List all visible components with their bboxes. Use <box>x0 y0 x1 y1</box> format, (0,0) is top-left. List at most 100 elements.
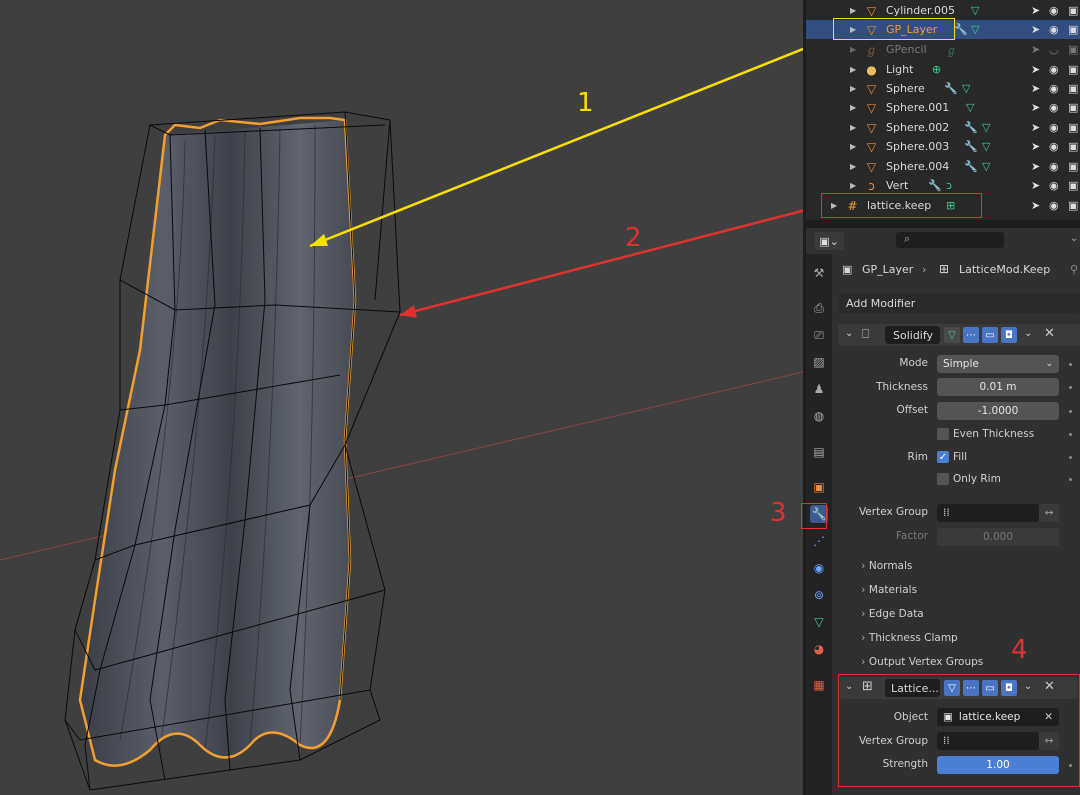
outliner-row-sphere003[interactable]: ▶ ▽ Sphere.003 🔧 ▽ ➤ ◉ ▣ <box>806 137 1080 156</box>
material-tab-icon[interactable]: ◕ <box>810 640 828 658</box>
camera-icon[interactable]: ▣ <box>1068 179 1078 192</box>
close-icon[interactable]: ✕ <box>1044 679 1055 694</box>
expand-arrow-icon[interactable]: ▶ <box>850 45 856 54</box>
add-modifier-button[interactable]: Add Modifier <box>838 293 1080 313</box>
solidify-panel-header[interactable]: ⌄ ⎕ Solidify ▽ ⋯ ▭ ◘ ⌄ ✕ <box>838 324 1080 346</box>
editor-type-dropdown[interactable]: ▣⌄ <box>814 232 844 250</box>
select-icon[interactable]: ➤ <box>1031 82 1040 95</box>
select-icon[interactable]: ➤ <box>1031 121 1040 134</box>
strength-slider[interactable]: 1.00 <box>937 756 1059 774</box>
subpanel-edge-data[interactable]: › Edge Data <box>861 607 924 620</box>
keyframe-dot[interactable] <box>1069 410 1072 413</box>
select-icon[interactable]: ➤ <box>1031 199 1040 212</box>
dropdown-chevron-icon[interactable]: ⌄ <box>1024 328 1032 339</box>
collapse-chevron-icon[interactable]: ⌄ <box>845 328 853 339</box>
select-icon[interactable]: ➤ <box>1031 140 1040 153</box>
eye-icon[interactable]: ◉ <box>1049 63 1059 76</box>
object-tab-icon[interactable]: ▣ <box>810 478 828 496</box>
eye-icon[interactable]: ◉ <box>1049 179 1059 192</box>
search-field[interactable]: ⌕ <box>896 232 1004 248</box>
invert-toggle-icon[interactable]: ↔ <box>1039 504 1059 522</box>
subpanel-normals[interactable]: › Normals <box>861 559 912 572</box>
edit-mode-icon[interactable]: ⋯ <box>963 680 979 696</box>
expand-arrow-icon[interactable]: ▶ <box>850 6 856 15</box>
output-tab-icon[interactable]: ⎚ <box>810 326 828 344</box>
camera-icon[interactable]: ▣ <box>1068 63 1078 76</box>
render-camera-icon[interactable]: ◘ <box>1001 327 1017 343</box>
world-tab-icon[interactable]: ◍ <box>810 407 828 425</box>
only-rim-checkbox[interactable] <box>937 473 949 485</box>
expand-arrow-icon[interactable]: ▶ <box>850 123 856 132</box>
area-divider-horizontal[interactable] <box>806 220 1080 228</box>
keyframe-dot[interactable] <box>1069 363 1072 366</box>
keyframe-dot[interactable] <box>1069 386 1072 389</box>
camera-icon[interactable]: ▣ <box>1068 140 1078 153</box>
data-tab-icon[interactable]: ▽ <box>810 613 828 631</box>
constraints-tab-icon[interactable]: ⊚ <box>810 586 828 604</box>
edit-cage-icon[interactable]: ▽ <box>944 327 960 343</box>
dropdown-chevron-icon[interactable]: ⌄ <box>1024 681 1032 692</box>
pin-icon[interactable]: ⚲ <box>1070 263 1078 276</box>
invert-toggle-icon[interactable]: ↔ <box>1039 732 1059 750</box>
outliner-row-sphere001[interactable]: ▶ ▽ Sphere.001 ▽ ➤ ◉ ▣ <box>806 98 1080 117</box>
subpanel-thickness-clamp[interactable]: › Thickness Clamp <box>861 631 958 644</box>
subpanel-output-vertex-groups[interactable]: › Output Vertex Groups <box>861 655 983 668</box>
render-camera-icon[interactable]: ◘ <box>1001 680 1017 696</box>
eye-icon[interactable]: ◉ <box>1049 82 1059 95</box>
camera-icon[interactable]: ▣ <box>1068 4 1078 17</box>
keyframe-dot[interactable] <box>1069 478 1072 481</box>
eye-icon[interactable]: ◉ <box>1049 101 1059 114</box>
vertex-group-field[interactable]: ⁞⁞ <box>937 732 1039 750</box>
select-icon[interactable]: ➤ <box>1031 4 1040 17</box>
viewport-display-icon[interactable]: ▭ <box>982 680 998 696</box>
close-icon[interactable]: ✕ <box>1044 326 1055 341</box>
factor-field[interactable]: 0.000 <box>937 528 1059 546</box>
eye-closed-icon[interactable]: ◡ <box>1049 43 1059 56</box>
physics-tab-icon[interactable]: ◉ <box>810 559 828 577</box>
expand-arrow-icon[interactable]: ▶ <box>850 65 856 74</box>
camera-icon[interactable]: ▣ <box>1068 23 1078 36</box>
camera-icon[interactable]: ▣ <box>1068 82 1078 95</box>
outliner-row-sphere004[interactable]: ▶ ▽ Sphere.004 🔧 ▽ ➤ ◉ ▣ <box>806 157 1080 176</box>
keyframe-dot[interactable] <box>1069 456 1072 459</box>
scene-tab-icon[interactable]: ♟ <box>810 380 828 398</box>
expand-arrow-icon[interactable]: ▶ <box>850 181 856 190</box>
even-thickness-checkbox[interactable] <box>937 428 949 440</box>
camera-icon[interactable]: ▣ <box>1068 101 1078 114</box>
camera-icon[interactable]: ▣ <box>1068 121 1078 134</box>
edit-mode-icon[interactable]: ⋯ <box>963 327 979 343</box>
expand-arrow-icon[interactable]: ▶ <box>850 84 856 93</box>
chevron-down-icon[interactable]: ⌄ <box>1070 233 1078 244</box>
mode-dropdown[interactable]: Simple ⌄ <box>937 355 1059 373</box>
modifier-name-field[interactable]: Solidify <box>885 326 940 344</box>
render-tab-icon[interactable]: ⎙ <box>810 299 828 317</box>
3d-viewport[interactable]: 1 2 3 <box>0 0 803 795</box>
fill-checkbox[interactable]: ✓ <box>937 451 949 463</box>
expand-arrow-icon[interactable]: ▶ <box>850 162 856 171</box>
offset-field[interactable]: -1.0000 <box>937 402 1059 420</box>
select-icon[interactable]: ➤ <box>1031 179 1040 192</box>
eye-icon[interactable]: ◉ <box>1049 160 1059 173</box>
select-icon[interactable]: ➤ <box>1031 23 1040 36</box>
eye-icon[interactable]: ◉ <box>1049 199 1059 212</box>
keyframe-dot[interactable] <box>1069 764 1072 767</box>
tool-tab-icon[interactable]: ⚒ <box>810 264 828 282</box>
lattice-panel-header[interactable]: ⌄ ⊞ Lattice... ▽ ⋯ ▭ ◘ ⌄ ✕ <box>840 677 1078 699</box>
outliner-row-sphere[interactable]: ▶ ▽ Sphere 🔧 ▽ ➤ ◉ ▣ <box>806 79 1080 98</box>
view-layer-tab-icon[interactable]: ▨ <box>810 353 828 371</box>
texture-tab-icon[interactable]: ▦ <box>810 676 828 694</box>
outliner-row-sphere002[interactable]: ▶ ▽ Sphere.002 🔧 ▽ ➤ ◉ ▣ <box>806 118 1080 137</box>
thickness-field[interactable]: 0.01 m <box>937 378 1059 396</box>
keyframe-dot[interactable] <box>1069 433 1072 436</box>
select-icon[interactable]: ➤ <box>1031 101 1040 114</box>
object-field[interactable]: ▣ lattice.keep ✕ <box>937 708 1059 726</box>
camera-icon[interactable]: ▣ <box>1068 199 1078 212</box>
expand-arrow-icon[interactable]: ▶ <box>850 103 856 112</box>
outliner-row-light[interactable]: ▶ ● Light ⊕ ➤ ◉ ▣ <box>806 60 1080 79</box>
vertex-group-field[interactable]: ⁞⁞ <box>937 504 1039 522</box>
viewport-display-icon[interactable]: ▭ <box>982 327 998 343</box>
collection-tab-icon[interactable]: ▤ <box>810 443 828 461</box>
select-icon[interactable]: ➤ <box>1031 63 1040 76</box>
particles-tab-icon[interactable]: ⋰ <box>810 532 828 550</box>
edit-cage-icon[interactable]: ▽ <box>944 680 960 696</box>
